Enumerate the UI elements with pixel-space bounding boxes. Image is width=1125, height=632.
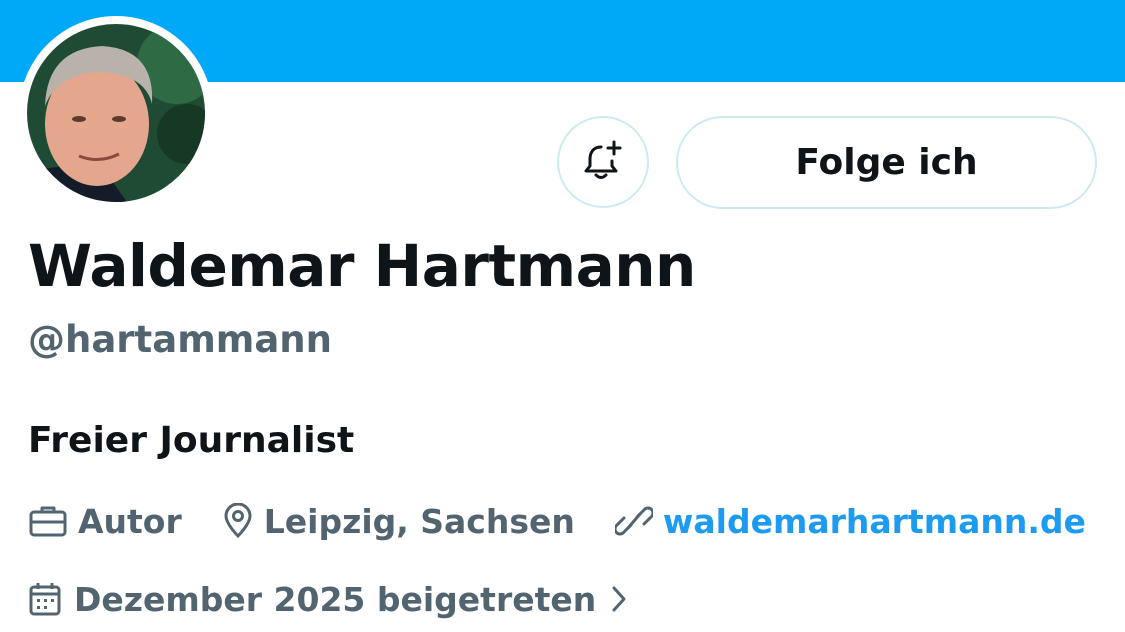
calendar-icon bbox=[28, 581, 62, 617]
avatar[interactable] bbox=[27, 24, 205, 202]
display-name: Waldemar Hartmann bbox=[28, 232, 696, 300]
avatar-frame bbox=[19, 16, 213, 210]
following-button[interactable]: Folge ich bbox=[676, 116, 1097, 209]
notification-bell-button[interactable] bbox=[557, 116, 649, 208]
website-link[interactable]: waldemarhartmann.de bbox=[663, 502, 1086, 541]
occupation-text: Autor bbox=[78, 501, 182, 541]
location-pin-icon bbox=[222, 503, 254, 539]
location-item: Leipzig, Sachsen bbox=[222, 502, 575, 541]
location-text: Leipzig, Sachsen bbox=[263, 501, 575, 541]
joined-date-row[interactable]: Dezember 2025 beigetreten bbox=[28, 576, 628, 622]
link-icon bbox=[614, 503, 653, 539]
user-handle: @hartammann bbox=[28, 318, 332, 361]
chevron-right-icon bbox=[610, 584, 628, 614]
occupation-item: Autor bbox=[28, 502, 182, 541]
profile-meta-row: Autor Leipzig, Sachsen waldemarhartmann.… bbox=[28, 498, 1086, 544]
bell-plus-icon bbox=[581, 138, 625, 186]
website-item[interactable]: waldemarhartmann.de bbox=[614, 502, 1086, 541]
joined-date-text: Dezember 2025 beigetreten bbox=[74, 579, 597, 619]
briefcase-icon bbox=[28, 504, 68, 538]
profile-bio: Freier Journalist bbox=[28, 420, 355, 461]
